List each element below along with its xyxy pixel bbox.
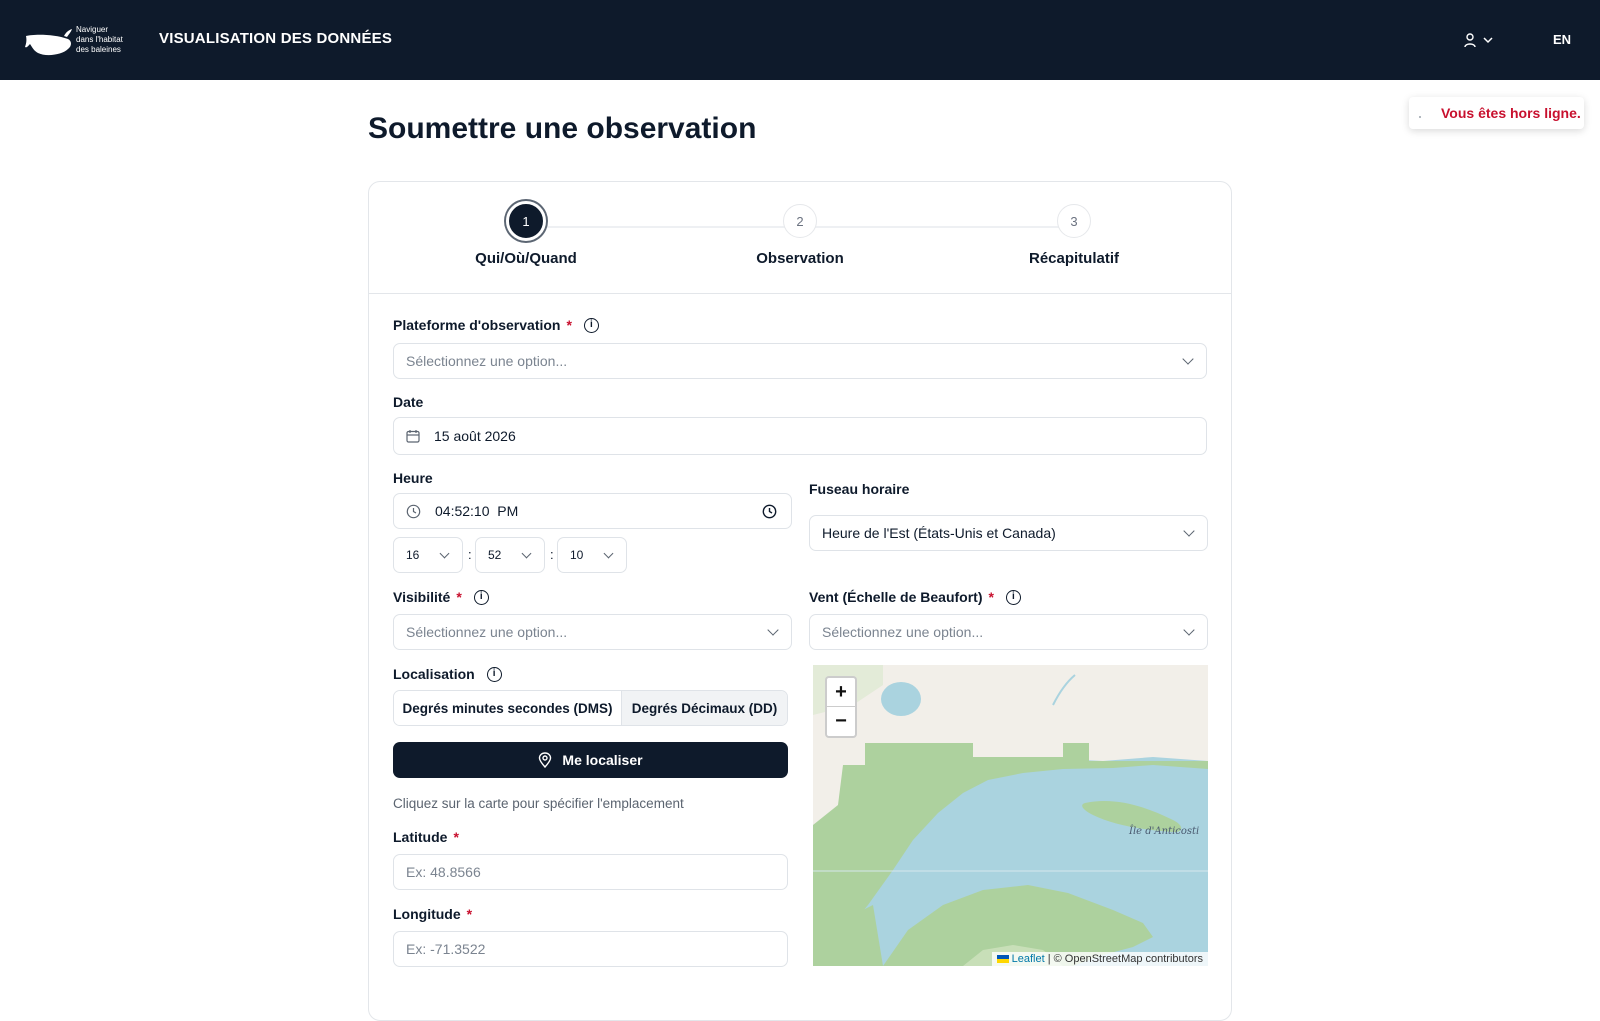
latitude-label: Latitude *	[393, 829, 459, 845]
info-icon[interactable]: i	[1005, 589, 1021, 605]
time-separator: :	[468, 547, 472, 562]
chevron-down-icon	[1483, 37, 1493, 44]
calendar-icon	[406, 430, 420, 443]
step-3-circle: 3	[1057, 204, 1091, 238]
ukraine-flag-icon	[996, 955, 1009, 964]
clock-icon	[406, 504, 421, 518]
locate-me-button[interactable]: Me localiser	[393, 742, 788, 778]
latitude-input[interactable]: Ex: 48.8566	[393, 854, 788, 890]
page-title: Soumettre une observation	[368, 112, 757, 145]
app-title[interactable]: VISUALISATION DES DONNÉES	[159, 30, 392, 47]
user-icon	[1464, 33, 1476, 48]
map-tiles	[813, 665, 1208, 966]
platform-select[interactable]: Sélectionnez une option...	[393, 343, 1207, 379]
observation-form-card: 1 Qui/Où/Quand 2 Observation 3 Récapitul…	[368, 181, 1232, 1021]
offline-toast: Vous êtes hors ligne.	[1409, 97, 1584, 129]
second-select[interactable]: 10	[557, 537, 627, 573]
time-separator: :	[550, 547, 554, 562]
dd-option[interactable]: Degrés Décimaux (DD)	[622, 691, 787, 725]
chevron-down-icon	[1182, 353, 1194, 365]
time-label: Heure	[393, 470, 433, 486]
date-input[interactable]: 15 août 2026	[393, 417, 1207, 455]
required-marker: *	[453, 829, 459, 845]
step-1[interactable]: 1 Qui/Où/Quand	[426, 201, 626, 267]
chevron-down-icon	[439, 548, 450, 559]
step-1-label: Qui/Où/Quand	[475, 250, 577, 267]
longitude-input[interactable]: Ex: -71.3522	[393, 931, 788, 967]
chevron-down-icon	[521, 548, 532, 559]
info-icon[interactable]: i	[583, 317, 599, 333]
leaflet-link[interactable]: Leaflet	[1012, 953, 1045, 965]
location-map[interactable]: + − Île d'Anticosti Leaflet | © OpenStre…	[813, 665, 1208, 966]
info-icon[interactable]: i	[473, 589, 489, 605]
coordinate-format-toggle: Degrés minutes secondes (DMS) Degrés Déc…	[393, 690, 788, 726]
longitude-label: Longitude *	[393, 906, 473, 922]
date-label: Date	[393, 394, 424, 410]
time-value: 04:52:10 PM	[435, 503, 519, 519]
map-zoom-control: + −	[825, 676, 857, 738]
required-marker: *	[466, 906, 473, 922]
osm-attribution: | © OpenStreetMap contributors	[1047, 953, 1203, 965]
wind-select[interactable]: Sélectionnez une option...	[809, 614, 1208, 650]
step-2-label: Observation	[756, 250, 844, 267]
visibility-select[interactable]: Sélectionnez une option...	[393, 614, 792, 650]
map-pin-icon	[539, 752, 552, 768]
hour-select[interactable]: 16	[393, 537, 463, 573]
platform-label: Plateforme d'observation * i	[393, 317, 599, 333]
stepper: 1 Qui/Où/Quand 2 Observation 3 Récapitul…	[369, 182, 1231, 294]
whale-logo-icon[interactable]	[24, 22, 74, 62]
required-marker: *	[456, 589, 462, 605]
zoom-out-button[interactable]: −	[827, 707, 855, 736]
time-input[interactable]: 04:52:10 PM	[393, 493, 792, 529]
step-3[interactable]: 3 Récapitulatif	[974, 204, 1174, 267]
chevron-down-icon	[1183, 624, 1195, 636]
timezone-select[interactable]: Heure de l'Est (États-Unis et Canada)	[809, 515, 1208, 551]
toast-indicator	[1419, 116, 1421, 118]
timezone-label: Fuseau horaire	[809, 481, 910, 497]
dms-option[interactable]: Degrés minutes secondes (DMS)	[394, 691, 622, 725]
clock-picker-icon[interactable]	[762, 504, 777, 519]
step-2[interactable]: 2 Observation	[700, 204, 900, 267]
offline-message: Vous êtes hors ligne.	[1441, 105, 1581, 121]
locate-me-label: Me localiser	[562, 752, 643, 768]
required-marker: *	[566, 317, 572, 333]
top-navigation-bar: Naviguer dans l'habitat des baleines VIS…	[0, 0, 1600, 80]
chevron-down-icon	[603, 548, 614, 559]
info-icon[interactable]: i	[486, 666, 502, 682]
language-toggle[interactable]: EN	[1553, 32, 1571, 47]
step-2-circle: 2	[783, 204, 817, 238]
step-1-circle: 1	[506, 201, 546, 241]
user-menu-button[interactable]	[1463, 30, 1499, 50]
required-marker: *	[988, 589, 994, 605]
wind-label: Vent (Échelle de Beaufort) * i	[809, 589, 1021, 605]
date-value: 15 août 2026	[434, 428, 516, 444]
chevron-down-icon	[1183, 525, 1195, 537]
step-3-label: Récapitulatif	[1028, 250, 1119, 267]
map-attribution: Leaflet | © OpenStreetMap contributors	[991, 952, 1208, 966]
map-place-label: Île d'Anticosti	[1129, 826, 1200, 837]
visibility-label: Visibilité * i	[393, 589, 489, 605]
chevron-down-icon	[767, 624, 779, 636]
map-hint: Cliquez sur la carte pour spécifier l'em…	[393, 796, 684, 811]
logo-text: Naviguer dans l'habitat des baleines	[76, 25, 123, 54]
location-label: Localisation i	[393, 666, 502, 682]
minute-select[interactable]: 52	[475, 537, 545, 573]
zoom-in-button[interactable]: +	[827, 678, 855, 707]
